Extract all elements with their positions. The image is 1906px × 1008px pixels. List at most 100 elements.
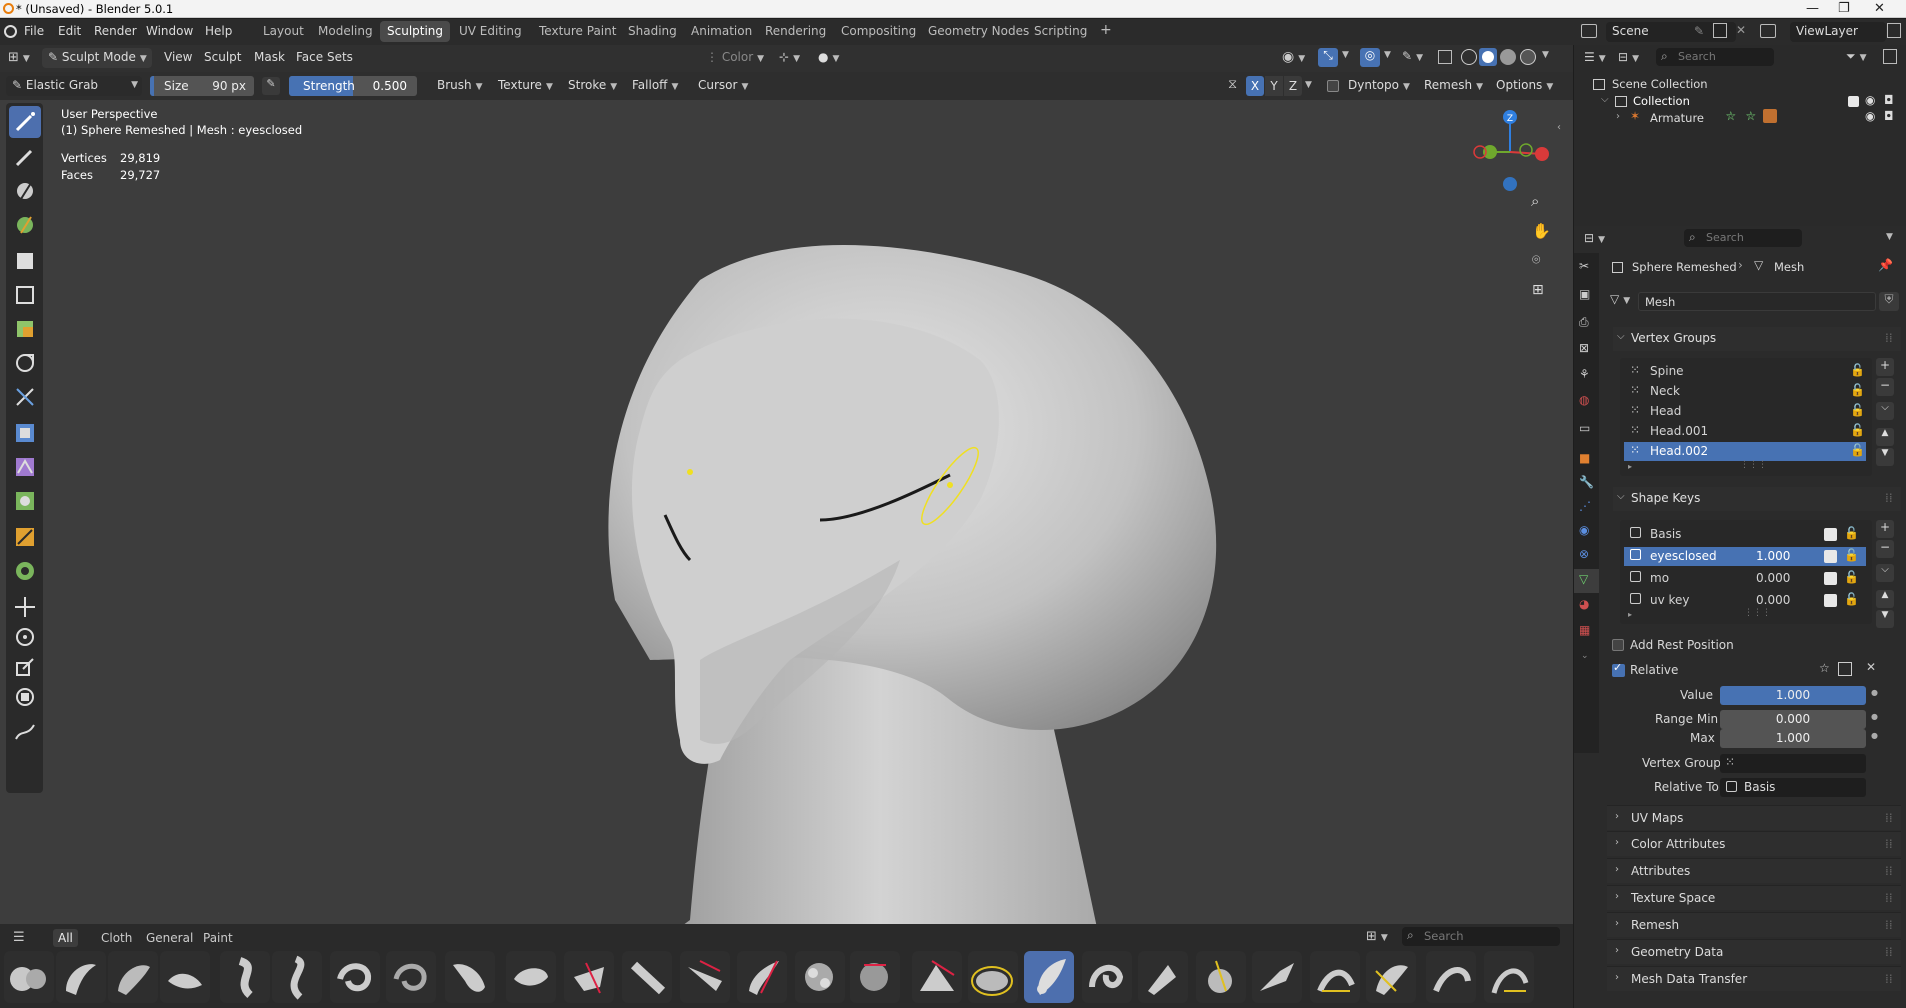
shape-key-edit-mode-icon[interactable] [1838,662,1852,676]
tab-data-icon[interactable]: ▽ [1574,569,1599,593]
dyntopo-checkbox[interactable] [1327,80,1339,92]
tool-rotate[interactable] [9,621,41,653]
brush-asset-snake-hook[interactable] [912,951,962,1003]
vertex-group-head[interactable]: ⁙ Head 🔓 [1624,402,1866,421]
brush-asset-elastic-deform[interactable] [850,951,900,1003]
shape-key-pin-icon[interactable]: ☆ [1819,661,1830,675]
tool-scale[interactable] [9,651,41,683]
shape-key-mute-checkbox[interactable] [1824,550,1837,563]
vertex-groups-drag-icon[interactable]: ⁞⁞ [1885,331,1893,345]
zoom-icon[interactable]: ⌕ [1531,192,1539,210]
asset-shelf-menu-icon[interactable]: ☰ [13,930,25,945]
options-dropdown[interactable]: Options ▼ [1490,76,1559,96]
sculpt-mesh[interactable] [0,100,1573,942]
attributes-panel[interactable]: › Attributes ⁞⁞ [1607,858,1901,883]
outliner-search-input[interactable]: ⌕ Search [1656,48,1774,66]
vertex-group-spine[interactable]: ⁙ Spine 🔓 [1624,362,1866,381]
move-shape-key-down-button[interactable]: ▼ [1876,610,1894,628]
tab-shading[interactable]: Shading [621,21,684,42]
tool-mask-by-color[interactable] [9,555,41,587]
panel-drag-icon[interactable]: ⁞⁞ [1885,891,1893,905]
shape-key-mute-checkbox[interactable] [1824,528,1837,541]
xray-toggle-icon[interactable] [1438,50,1452,64]
shape-key-value[interactable]: 0.000 [1756,571,1790,585]
tool-box-mask[interactable] [9,245,41,277]
shape-key-mute-checkbox[interactable] [1824,594,1837,607]
collection-visibility-icon[interactable]: ◉ [1865,93,1875,107]
shading-dropdown-icon[interactable]: ▼ [1542,50,1549,60]
range-min-field[interactable]: 0.000 [1720,710,1866,729]
visibility-icon[interactable]: ◉ ▼ [1282,49,1305,65]
brush-asset-multiplane-scrape[interactable] [680,951,730,1003]
shape-key-value[interactable]: 1.000 [1756,549,1790,563]
asset-search-input[interactable]: ⌕ Search [1402,927,1560,946]
pivot-icon[interactable]: ● ▼ [812,48,845,68]
brush-asset-clay[interactable] [108,951,158,1003]
brush-asset-draw-sharp[interactable] [56,951,106,1003]
camera-view-icon[interactable]: ⌾ [1532,252,1540,268]
tool-color-filter[interactable] [9,485,41,517]
properties-editor-type-icon[interactable]: ⊟ ▼ [1584,231,1605,245]
outliner-display-mode-icon[interactable]: ⊟ ▼ [1618,50,1639,64]
tab-output-icon[interactable]: ⎙ [1579,315,1589,330]
tab-physics-icon[interactable]: ◉ [1579,523,1589,537]
strength-field[interactable]: Strength 0.500 [289,76,417,96]
armature-label[interactable]: Armature [1650,111,1704,125]
scene-icon[interactable] [1581,24,1597,38]
vertex-group-lock-icon[interactable]: 🔓 [1850,383,1865,397]
tab-render-icon[interactable]: ▣ [1579,287,1590,301]
new-viewlayer-icon[interactable] [1887,23,1901,38]
minimize-button[interactable]: — [1806,1,1819,16]
shape-keys-resize-handle[interactable]: ⋮⋮⋮ [1744,608,1771,618]
tab-object-icon[interactable]: ■ [1579,451,1590,465]
menu-edit[interactable]: Edit [58,24,81,38]
tab-collection-icon[interactable]: ▭ [1579,421,1590,435]
brush-selector[interactable]: ✎ Elastic Grab ▼ [6,76,142,96]
tab-material-icon[interactable]: ◕ [1579,597,1589,611]
stroke-dropdown[interactable]: Stroke ▼ [562,76,623,96]
menu-window[interactable]: Window [146,24,193,38]
close-button[interactable]: ✕ [1874,1,1885,16]
vertex-groups-header[interactable]: ⌵ Vertex Groups ⁞⁞ [1613,327,1901,351]
mirror-z-toggle[interactable]: Z [1284,76,1302,96]
shape-key-specials-button[interactable]: ⌵ [1876,564,1894,582]
add-rest-position-checkbox[interactable] [1612,639,1624,651]
add-workspace-button[interactable]: + [1093,19,1119,40]
menu-help[interactable]: Help [205,24,232,38]
shape-key-basis[interactable]: Basis 🔓 [1624,525,1866,544]
vertex-group-head-001[interactable]: ⁙ Head.001 🔓 [1624,422,1866,441]
brush-asset-clay-strips[interactable] [160,951,210,1003]
scene-collection-label[interactable]: Scene Collection [1612,77,1708,91]
brush-asset-cloth[interactable] [1310,951,1360,1003]
tab-layout[interactable]: Layout [256,21,311,42]
color-dropdown[interactable]: ⋮ Color ▼ [700,48,770,68]
tool-paint[interactable] [9,141,41,173]
size-pressure-icon[interactable]: ✎ [262,77,280,95]
tab-animation[interactable]: Animation [684,21,759,42]
armature-visibility-icon[interactable]: ◉ [1865,109,1875,123]
armature-render-icon[interactable]: ◘ [1884,109,1894,123]
tab-constraints-icon[interactable]: ⊗ [1579,547,1589,561]
vertex-group-lock-icon[interactable]: 🔓 [1850,423,1865,437]
shape-key-lock-icon[interactable]: 🔓 [1844,570,1859,584]
vertex-group-neck[interactable]: ⁙ Neck 🔓 [1624,382,1866,401]
shape-key-eyesclosed[interactable]: eyesclosed 1.000 🔓 [1624,547,1866,566]
mesh-name-field[interactable]: Mesh [1638,292,1876,311]
max-field[interactable]: 1.000 [1720,729,1866,748]
rendered-shading-icon[interactable] [1520,49,1536,65]
panel-drag-icon[interactable]: ⁞⁞ [1885,918,1893,932]
color-attributes-panel[interactable]: › Color Attributes ⁞⁞ [1607,831,1901,856]
tool-face-set-paint[interactable] [9,209,41,241]
brush-asset-crease[interactable] [386,951,436,1003]
pan-hand-icon[interactable]: ✋ [1532,222,1551,240]
asset-tab-all[interactable]: All [53,929,78,947]
tool-cloth-filter[interactable] [9,451,41,483]
value-field[interactable]: 1.000 [1720,686,1866,705]
tab-rendering[interactable]: Rendering [758,21,833,42]
brush-asset-scrape[interactable] [622,951,672,1003]
tab-scripting[interactable]: Scripting [1027,21,1094,42]
outliner-filter-icon[interactable]: ⏷ ▼ [1846,49,1867,64]
shape-key-lock-icon[interactable]: 🔓 [1844,548,1859,562]
brush-asset-simplify[interactable] [1366,951,1416,1003]
add-vertex-group-button[interactable]: + [1876,358,1894,376]
